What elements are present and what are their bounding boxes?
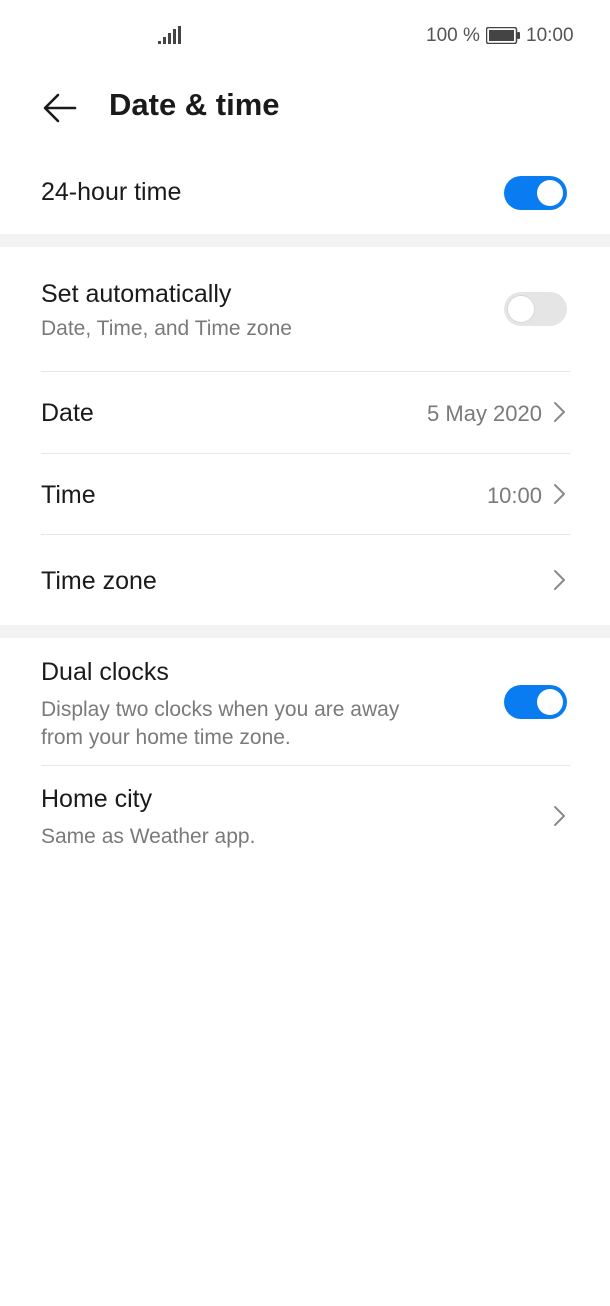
set-automatically-subtitle: Date, Time, and Time zone — [41, 317, 292, 340]
dual-clocks-subtitle-line2: from your home time zone. — [41, 726, 291, 749]
set-automatically-toggle[interactable] — [504, 292, 567, 326]
date-label: Date — [41, 399, 94, 427]
dual-clocks-subtitle-line1: Display two clocks when you are away — [41, 698, 400, 721]
date-row[interactable]: Date 5 May 2020 — [0, 372, 610, 453]
chevron-right-icon — [554, 570, 565, 590]
hour24-toggle[interactable] — [504, 176, 567, 210]
hour24-label: 24-hour time — [41, 178, 182, 206]
status-time: 10:00 — [526, 25, 574, 46]
signal-icon — [158, 26, 181, 44]
arrow-left-icon[interactable] — [40, 88, 80, 128]
date-value: 5 May 2020 — [427, 401, 542, 426]
section-separator — [0, 625, 610, 638]
set-automatically-row[interactable]: Set automatically Date, Time, and Time z… — [0, 247, 610, 371]
chevron-right-icon — [554, 806, 565, 826]
home-city-row[interactable]: Home city Same as Weather app. — [0, 766, 610, 866]
time-zone-row[interactable]: Time zone — [0, 535, 610, 625]
dual-clocks-toggle[interactable] — [504, 685, 567, 719]
time-row[interactable]: Time 10:00 — [0, 454, 610, 534]
chevron-right-icon — [554, 484, 565, 504]
set-automatically-label: Set automatically — [41, 280, 232, 308]
home-city-label: Home city — [41, 785, 153, 813]
dual-clocks-row[interactable]: Dual clocks Display two clocks when you … — [0, 638, 610, 765]
toggle-knob — [537, 689, 563, 715]
time-label: Time — [41, 481, 96, 509]
battery-icon — [486, 27, 520, 44]
time-value: 10:00 — [486, 483, 542, 508]
toggle-knob — [508, 296, 534, 322]
hour24-row[interactable]: 24-hour time — [0, 150, 610, 234]
chevron-right-icon — [554, 402, 565, 422]
time-zone-label: Time zone — [41, 567, 157, 595]
app-bar: Date & time — [0, 70, 610, 150]
home-city-subtitle: Same as Weather app. — [41, 825, 256, 848]
section-separator — [0, 234, 610, 247]
dual-clocks-label: Dual clocks — [41, 658, 169, 686]
status-bar: 100 % 10:00 — [0, 0, 610, 70]
battery-percent: 100 % — [426, 25, 480, 46]
page-title: Date & time — [109, 87, 280, 122]
date-time-settings-screen: 100 % 10:00 Date & time 24-hour time Set… — [0, 0, 610, 1306]
toggle-knob — [537, 180, 563, 206]
